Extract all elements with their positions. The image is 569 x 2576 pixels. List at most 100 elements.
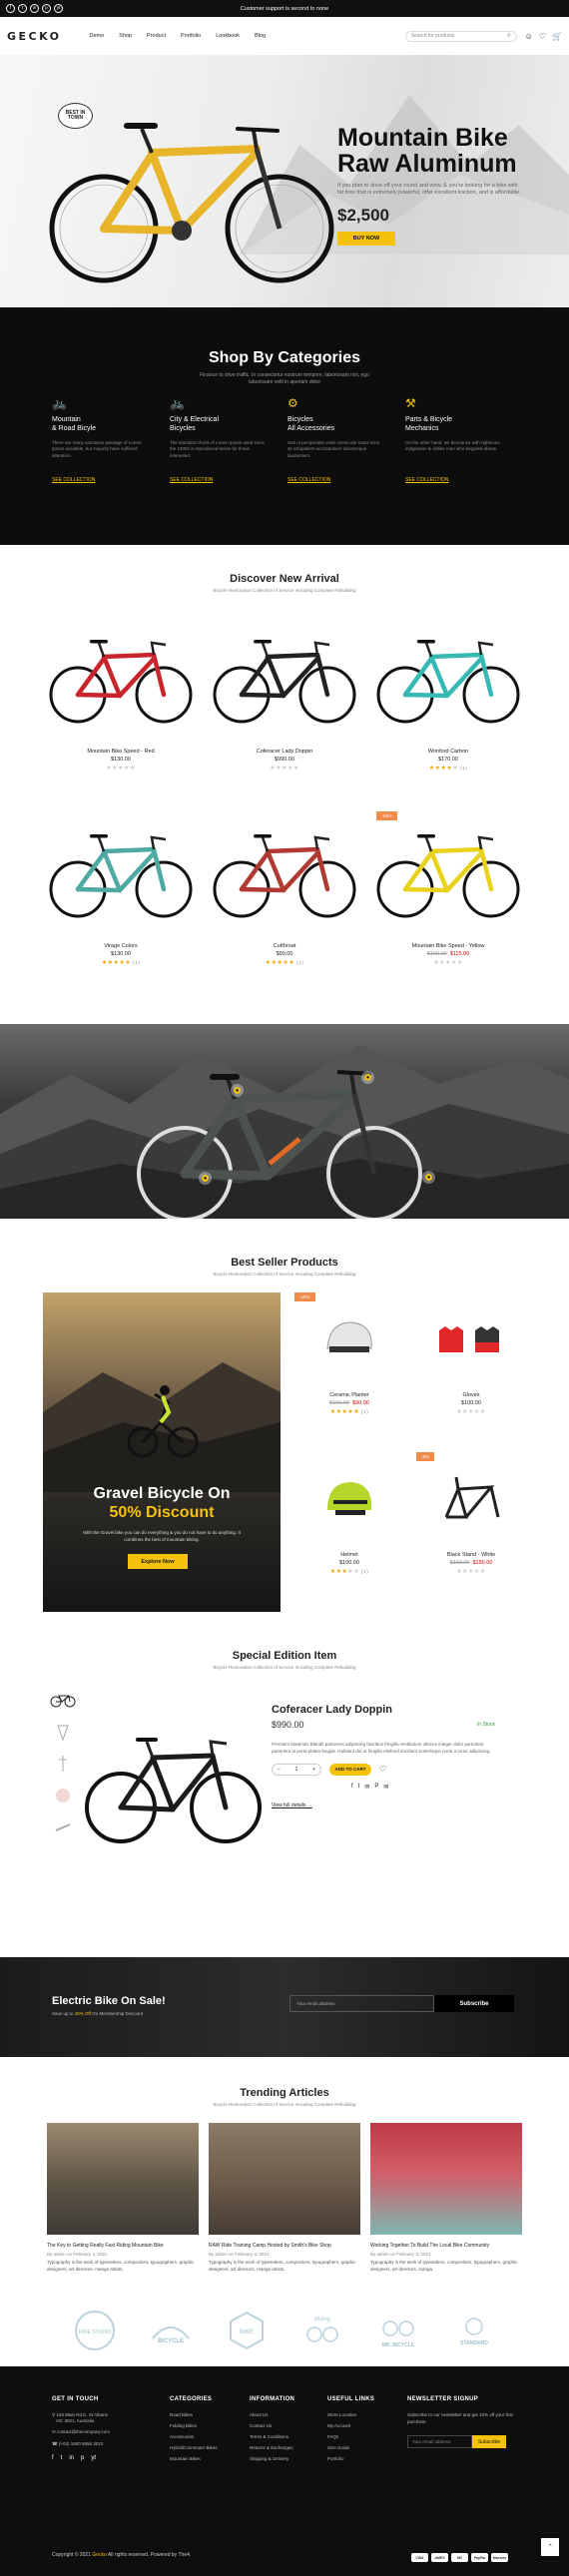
minus-icon[interactable]: −	[278, 1767, 281, 1773]
article-card[interactable]: The Key to Getting Really Fast Riding Mo…	[47, 2123, 199, 2273]
product-image[interactable]	[416, 1292, 526, 1392]
brand-logo-bike[interactable]: BIKE	[225, 2309, 269, 2352]
article-card[interactable]: RAW Ride Training Camp Hosted by Smith's…	[209, 2123, 360, 2273]
product-card[interactable]: Cutthroat $99.00 ★★★★★ (1)	[205, 803, 364, 998]
pinterest-icon[interactable]: p	[81, 2455, 84, 2461]
heart-icon[interactable]: ♡	[379, 1765, 386, 1774]
pinterest-icon[interactable]: p	[42, 4, 51, 13]
footer-link[interactable]: About Us	[250, 2412, 327, 2417]
thumbnail[interactable]	[48, 1815, 78, 1839]
product-name[interactable]: Coferacer Lady Doppin	[272, 1704, 503, 1716]
user-icon[interactable]: ☺	[525, 32, 533, 41]
facebook-icon[interactable]: f	[52, 2455, 54, 2461]
buy-now-button[interactable]: BUY NOW	[337, 231, 395, 246]
product-image[interactable]	[294, 1452, 404, 1552]
article-title[interactable]: The Key to Getting Really Fast Riding Mo…	[47, 2243, 199, 2249]
view-details-link[interactable]: View full details →	[272, 1803, 503, 1808]
brand-logo-standard[interactable]: STANDARD	[452, 2309, 496, 2352]
twitter-icon[interactable]: t	[358, 1784, 360, 1791]
brand-logo-bicycle[interactable]: BICYCLE	[149, 2309, 193, 2352]
nav-item-lookbook[interactable]: Lookbook	[216, 33, 240, 39]
footer-link[interactable]: Size Guide	[327, 2445, 407, 2450]
brand-logo-riding[interactable]: Riding	[300, 2309, 344, 2352]
brand-logo-mr-bicycle[interactable]: MR. BICYCLE	[376, 2309, 420, 2352]
footer-link[interactable]: My Account	[327, 2423, 407, 2428]
product-image[interactable]	[205, 803, 364, 943]
instagram-icon[interactable]: in	[30, 4, 39, 13]
site-logo[interactable]: GECKO	[7, 30, 62, 43]
instagram-icon[interactable]: in	[69, 2455, 74, 2461]
pinterest-icon[interactable]: P	[374, 1784, 378, 1791]
article-title[interactable]: Working Together To Build The Local Bike…	[370, 2243, 522, 2249]
product-name[interactable]: Coferacer Lady Doppin	[205, 749, 364, 755]
hotspot-marker[interactable]: ●	[361, 1071, 374, 1084]
cart-icon[interactable]: 🛒	[552, 32, 562, 41]
product-card[interactable]: Virage Colors $130.00 ★★★★★ (1)	[41, 803, 201, 998]
facebook-icon[interactable]: f	[351, 1784, 353, 1791]
phone-text[interactable]: (+02) 1800 5656 3010	[59, 2441, 103, 2446]
product-name[interactable]: Wonford Carbon	[368, 749, 528, 755]
product-name[interactable]: Mountain Bike Speed - Red	[41, 749, 201, 755]
product-name[interactable]: Mountain Bike Speed - Yellow	[368, 943, 528, 949]
product-card[interactable]: Mountain Bike Speed - Red $130.00 ★★★★★	[41, 609, 201, 803]
article-card[interactable]: Working Together To Build The Local Bike…	[370, 2123, 522, 2273]
product-image[interactable]	[416, 1452, 526, 1552]
youtube-icon[interactable]: yt	[54, 4, 63, 13]
product-card[interactable]: -6% Black Stand - White $160.00 $150.00 ★★★★…	[416, 1452, 526, 1612]
footer-link[interactable]: Portfolio	[327, 2456, 407, 2461]
footer-link[interactable]: Terms & Conditions	[250, 2434, 327, 2439]
nav-item-demo[interactable]: Demo	[90, 33, 105, 39]
product-card[interactable]: Gloves $100.00 ★★★★★	[416, 1292, 526, 1452]
footer-link[interactable]: Accessories	[170, 2434, 250, 2439]
footer-link[interactable]: Returns & Exchanges	[250, 2445, 327, 2450]
footer-link[interactable]: Shipping & Delivery	[250, 2456, 327, 2461]
product-name[interactable]: Ceramic Planter	[294, 1392, 404, 1398]
footer-link[interactable]: Road Bikes	[170, 2412, 250, 2417]
thumbnail[interactable]	[48, 1784, 78, 1807]
add-to-cart-button[interactable]: ADD TO CART	[329, 1763, 371, 1776]
subscribe-button[interactable]: Subscribe	[434, 1995, 514, 2012]
quantity-stepper[interactable]: − 1 +	[272, 1763, 321, 1776]
brand-logo-ride-studio[interactable]: RIDE STUDIO	[73, 2309, 117, 2352]
thumbnail[interactable]	[48, 1752, 78, 1776]
footer-link[interactable]: Contact Us	[250, 2423, 327, 2428]
product-name[interactable]: Gloves	[416, 1392, 526, 1398]
see-collection-link[interactable]: SEE COLLECTION	[405, 477, 501, 483]
see-collection-link[interactable]: SEE COLLECTION	[170, 477, 266, 483]
article-image[interactable]	[209, 2123, 360, 2235]
hotspot-marker[interactable]: ●	[231, 1084, 244, 1097]
footer-link[interactable]: Folding Bikes	[170, 2423, 250, 2428]
footer-link[interactable]: Mountain Bikes	[170, 2456, 250, 2461]
email-field[interactable]: Your email address	[289, 1995, 434, 2012]
product-name[interactable]: Cutthroat	[205, 943, 364, 949]
hotspot-marker[interactable]: ●	[422, 1171, 435, 1184]
copyright-brand[interactable]: Gecko	[92, 2552, 106, 2558]
youtube-icon[interactable]: yt	[91, 2455, 96, 2461]
article-image[interactable]	[370, 2123, 522, 2235]
product-card[interactable]: -15% Mountain Bike Speed - Yellow $100.00 $…	[368, 803, 528, 998]
heart-icon[interactable]: ♡	[539, 32, 546, 41]
footer-email[interactable]: ✉ contact@thecompany.com	[52, 2429, 170, 2435]
plus-icon[interactable]: +	[312, 1767, 315, 1773]
newsletter-subscribe-button[interactable]: Subscribe	[472, 2435, 506, 2449]
nav-item-portfolio[interactable]: Portfolio	[181, 33, 201, 39]
product-card[interactable]: Coferacer Lady Doppin $990.00 ★★★★★	[205, 609, 364, 803]
see-collection-link[interactable]: SEE COLLECTION	[287, 477, 383, 483]
product-name[interactable]: Black Stand - White	[416, 1552, 526, 1558]
thumbnail[interactable]	[48, 1720, 78, 1744]
product-name[interactable]: Helmet	[294, 1552, 404, 1558]
footer-link[interactable]: Store Location	[327, 2412, 407, 2417]
product-image[interactable]	[368, 609, 528, 749]
product-card[interactable]: -10% Ceramic Planter $100.00 $90.00 ★★★★★ (1…	[294, 1292, 404, 1452]
hotspot-marker[interactable]: ●	[199, 1172, 212, 1185]
article-title[interactable]: RAW Ride Training Camp Hosted by Smith's…	[209, 2243, 360, 2249]
product-card[interactable]: Helmet $100.00 ★★★★★ (1)	[294, 1452, 404, 1612]
product-name[interactable]: Virage Colors	[41, 943, 201, 949]
nav-item-blog[interactable]: Blog	[255, 33, 266, 39]
see-collection-link[interactable]: SEE COLLECTION	[52, 477, 148, 483]
thumbnail[interactable]	[48, 1688, 78, 1712]
product-card[interactable]: Wonford Carbon $170.00 ★★★★★ (1)	[368, 609, 528, 803]
footer-phone[interactable]: ☎ (+02) 1800 5656 3010	[52, 2441, 170, 2447]
facebook-icon[interactable]: f	[6, 4, 15, 13]
email-icon[interactable]: ✉	[364, 1784, 369, 1791]
